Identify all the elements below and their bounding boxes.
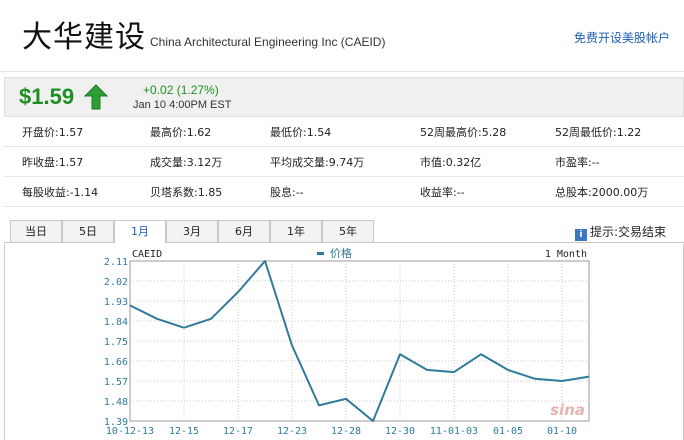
price-bar: $1.59 +0.02 (1.27%) Jan 10 4:00PM EST	[4, 77, 684, 117]
tab-1-year[interactable]: 1年	[270, 220, 322, 243]
info-icon: i	[574, 229, 587, 241]
tip-text: 提示:交易结束	[589, 225, 666, 239]
y-tick-label: 2.02	[104, 277, 128, 288]
open-account-link[interactable]: 免费开设美股帐户	[574, 29, 670, 46]
price-chart-panel: 2.11 2.02 1.93 1.84 1.75 1.66 1.57 1.48 1.39 10-1…	[4, 244, 684, 440]
tab-5-year[interactable]: 5年	[322, 220, 374, 243]
x-tick-label: 12-30	[385, 426, 415, 437]
tab-5-day[interactable]: 5日	[62, 220, 114, 243]
stat-52w-low: 52周最低价:1.22	[555, 126, 642, 139]
price-chart: 2.112.021.931.841.751.661.571.481.3910-1…	[104, 246, 590, 437]
stock-header: 大华建设 China Architectural Engineering Inc…	[0, 0, 684, 72]
stats-row: 每股收益:-1.14 贝塔系数:1.85 股息:-- 收益率:-- 总股本:20…	[4, 177, 684, 207]
legend-swatch	[317, 252, 324, 255]
period-label: 1 Month	[545, 249, 587, 260]
stats-row: 昨收盘:1.57 成交量:3.12万 平均成交量:9.74万 市值:0.32亿 …	[4, 147, 684, 177]
y-tick-label: 1.57	[104, 377, 128, 388]
stat-volume: 成交量:3.12万	[150, 156, 223, 169]
trading-status-tip: i 提示:交易结束	[574, 223, 666, 241]
stat-eps: 每股收益:-1.14	[22, 186, 99, 199]
stats-row: 开盘价:1.57 最高价:1.62 最低价:1.54 52周最高价:5.28 5…	[4, 117, 684, 147]
y-tick-label: 1.93	[104, 297, 128, 308]
stat-shares: 总股本:2000.00万	[555, 186, 649, 199]
y-tick-label: 1.66	[104, 357, 128, 368]
tab-intraday[interactable]: 当日	[10, 220, 62, 243]
stat-avg-volume: 平均成交量:9.74万	[270, 156, 365, 169]
x-tick-label: 01-10	[547, 426, 577, 437]
stat-prev-close: 昨收盘:1.57	[22, 156, 84, 169]
chart-symbol-label: CAEID	[132, 249, 162, 260]
y-tick-label: 1.48	[104, 397, 128, 408]
stat-open: 开盘价:1.57	[22, 126, 84, 139]
y-tick-label: 1.84	[104, 317, 128, 328]
x-tick-label: 12-28	[331, 426, 361, 437]
stat-market-cap: 市值:0.32亿	[420, 156, 482, 169]
quote-timestamp: Jan 10 4:00PM EST	[133, 99, 232, 111]
stat-dividend: 股息:--	[270, 186, 304, 199]
x-tick-label: 11-01-03	[430, 426, 478, 437]
x-tick-label: 12-17	[223, 426, 253, 437]
tab-1-month[interactable]: 1月	[114, 220, 166, 244]
stat-beta: 贝塔系数:1.85	[150, 186, 223, 199]
stock-chinese-name: 大华建设	[22, 20, 146, 55]
stock-english-name: China Architectural Engineering Inc (CAE…	[150, 35, 386, 49]
stat-low: 最低价:1.54	[270, 126, 332, 139]
stats-table: 开盘价:1.57 最高价:1.62 最低价:1.54 52周最高价:5.28 5…	[4, 117, 684, 207]
y-tick-label: 2.11	[104, 257, 128, 268]
period-tabs: 当日 5日 1月 3月 6月 1年 5年 i 提示:交易结束	[4, 218, 684, 244]
tab-3-month[interactable]: 3月	[166, 220, 218, 243]
sina-watermark: sina	[550, 401, 585, 419]
stat-52w-high: 52周最高价:5.28	[420, 126, 507, 139]
x-tick-label: 12-15	[169, 426, 199, 437]
current-price: $1.59	[19, 84, 75, 109]
x-tick-label: 12-23	[277, 426, 307, 437]
stat-high: 最高价:1.62	[150, 126, 212, 139]
y-tick-label: 1.75	[104, 337, 128, 348]
up-arrow-icon	[84, 84, 108, 110]
legend-label: 价格	[330, 246, 352, 260]
tab-6-month[interactable]: 6月	[218, 220, 270, 243]
x-tick-label: 01-05	[493, 426, 523, 437]
price-change: +0.02 (1.27%)	[143, 83, 219, 97]
stat-yield: 收益率:--	[420, 186, 465, 199]
x-tick-label: 10-12-13	[106, 426, 154, 437]
stat-pe-ratio: 市盈率:--	[555, 156, 600, 169]
